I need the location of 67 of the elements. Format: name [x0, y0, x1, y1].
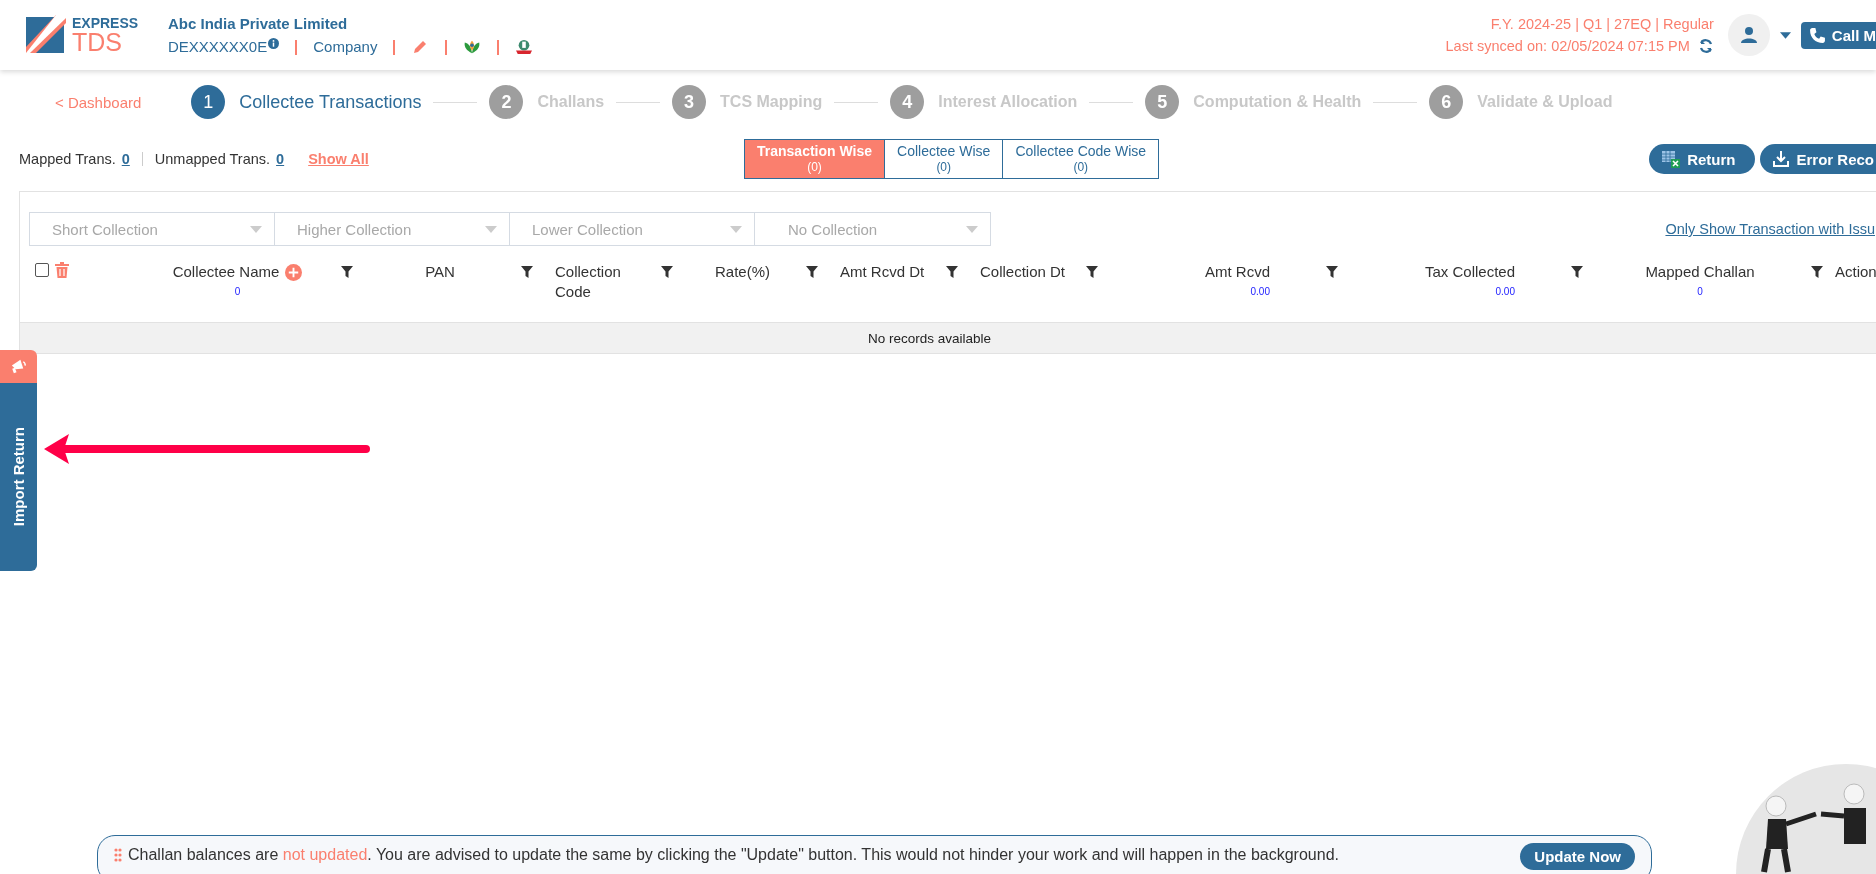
filter-icon[interactable]	[341, 266, 353, 278]
step-tab[interactable]: 1 Collectee Transactions	[191, 85, 422, 119]
entity-type: Company	[313, 38, 378, 55]
select-all-checkbox[interactable]	[35, 263, 49, 277]
filter-icon[interactable]	[946, 266, 958, 278]
filter-icon[interactable]	[1811, 266, 1823, 278]
last-synced-text: Last synced on: 02/05/2024 07:15 PM	[1445, 38, 1690, 54]
unmapped-label: Unmapped Trans.	[154, 151, 271, 167]
company-name: Abc India Private Limited	[168, 15, 349, 32]
call-button[interactable]: Call M	[1800, 21, 1876, 49]
column-total: 0	[1697, 286, 1703, 298]
caret-icon[interactable]	[1779, 31, 1791, 39]
column-header[interactable]: PAN	[425, 262, 455, 283]
download-icon	[1772, 150, 1791, 168]
phone-icon	[1808, 26, 1826, 44]
column-header[interactable]: Amt Rcvd Dt	[840, 262, 925, 283]
logo-text: TDS	[72, 29, 122, 55]
user-icon	[1738, 25, 1759, 45]
column-header[interactable]: Collectee Name	[172, 262, 280, 283]
logo-mark-icon	[26, 15, 66, 55]
column-total: 0	[234, 286, 241, 298]
column-header[interactable]: Action	[1835, 262, 1876, 283]
column-total: 0.00	[1250, 286, 1270, 298]
logo-text: EXPRESS	[72, 15, 139, 30]
mapped-label: Mapped Trans.	[19, 151, 116, 167]
pan-number: DEXXXXXX0E	[168, 38, 268, 55]
column-header[interactable]: Rate(%)	[715, 262, 770, 283]
return-info: F.Y. 2024-25 | Q1 | 27EQ | Regular	[1490, 16, 1714, 32]
column-header[interactable]: Amt Rcvd	[1205, 262, 1270, 283]
drag-handle-icon[interactable]	[114, 848, 122, 862]
leaf-logo-icon[interactable]	[463, 38, 482, 55]
refresh-icon[interactable]	[1697, 38, 1714, 54]
column-header[interactable]: Collection Code	[555, 262, 655, 303]
column-header[interactable]: Tax Collected	[1424, 262, 1515, 283]
caret-icon	[966, 225, 978, 233]
view-tab[interactable]: Collectee Code Wise (0)	[1002, 139, 1160, 179]
filter-icon[interactable]	[521, 266, 533, 278]
mapped-count-link[interactable]: 0	[121, 151, 130, 167]
column-header[interactable]: Collection Dt	[980, 262, 1066, 283]
column-header[interactable]: Mapped Challan	[1645, 262, 1755, 283]
info-icon[interactable]	[268, 38, 280, 49]
add-icon[interactable]	[285, 263, 303, 281]
unmapped-count-link[interactable]: 0	[276, 151, 285, 167]
delete-icon[interactable]	[55, 262, 69, 278]
spreadsheet-icon	[1661, 150, 1682, 168]
issues-filter-link[interactable]: Only Show Transaction with Issu	[1665, 221, 1875, 237]
user-avatar-button[interactable]	[1727, 14, 1770, 56]
emblem-icon[interactable]	[515, 38, 534, 55]
column-total: 0.00	[1495, 286, 1515, 298]
announcement-button[interactable]	[0, 350, 37, 383]
import-return-tab[interactable]: Import Return	[0, 383, 37, 571]
empty-table-message: No records available	[20, 322, 1876, 353]
filter-icon[interactable]	[1326, 266, 1338, 278]
return-export-button[interactable]: Return	[1649, 144, 1756, 174]
caret-icon	[730, 225, 742, 233]
filter-icon[interactable]	[806, 266, 818, 278]
filter-icon[interactable]	[661, 266, 673, 278]
update-now-button[interactable]: Update Now	[1520, 843, 1635, 870]
express-tds-logo[interactable]: EXPRESS TDS	[26, 15, 168, 55]
notice-text: Challan balances are not updated. You are advised to update the same by clicking the "Update" button. This would not hinder your work and will happen in the background.	[128, 846, 1339, 864]
megaphone-icon	[9, 357, 28, 376]
filter-icon[interactable]	[1086, 266, 1098, 278]
error-records-button[interactable]: Error Reco	[1760, 144, 1876, 174]
view-tab[interactable]: Collectee Wise (0)	[884, 139, 1004, 179]
caret-icon	[485, 225, 497, 233]
filter-icon[interactable]	[1571, 266, 1583, 278]
caret-icon	[250, 225, 262, 233]
